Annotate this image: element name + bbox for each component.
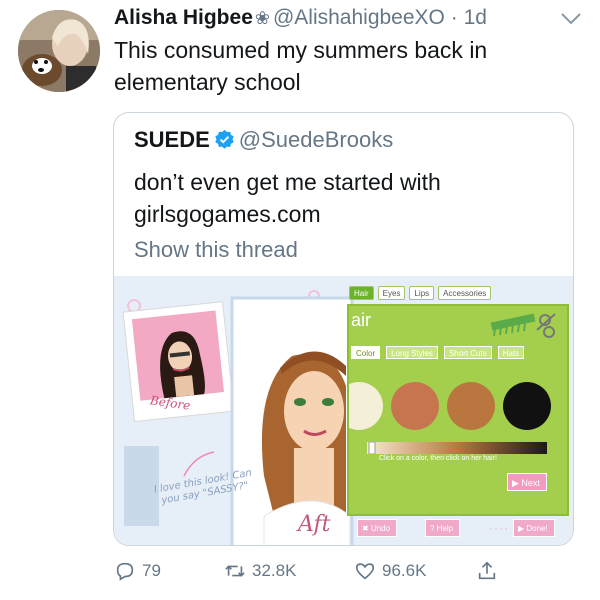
done-label: Done! bbox=[526, 524, 548, 533]
reply-icon bbox=[116, 562, 134, 581]
tab-accessories: Accessories bbox=[438, 286, 492, 300]
like-button[interactable]: 96.6K bbox=[354, 560, 426, 582]
done-button: ▶ Done! bbox=[513, 519, 555, 537]
tweet-actions: 79 32.8K 96.6K bbox=[114, 560, 514, 590]
flower-emoji-icon: ❀ bbox=[254, 8, 270, 28]
chevron-down-icon[interactable] bbox=[560, 12, 582, 26]
help-label: Help bbox=[436, 524, 454, 533]
undo-button: ✖ Undo bbox=[357, 519, 398, 537]
quoted-author-handle: @SuedeBrooks bbox=[238, 127, 394, 152]
reply-button[interactable]: 79 bbox=[114, 560, 161, 582]
help-button: ? Help bbox=[425, 519, 461, 537]
subtab-hats: Hats bbox=[497, 346, 525, 359]
shade-slider bbox=[367, 442, 547, 454]
category-tabs: Hair Eyes Lips Accessories bbox=[349, 286, 492, 304]
like-icon bbox=[355, 563, 375, 580]
hair-color-swatches bbox=[349, 382, 551, 430]
tab-hair: Hair bbox=[349, 286, 374, 300]
show-thread-link[interactable]: Show this thread bbox=[134, 237, 298, 263]
subtab-short-cuts: Short Cuts bbox=[443, 346, 492, 359]
hint-text: Click on a color, then click on her hair… bbox=[379, 455, 497, 462]
quoted-header: SUEDE @SuedeBrooks bbox=[134, 127, 393, 153]
separator-dot: · bbox=[450, 6, 458, 29]
tab-eyes: Eyes bbox=[377, 286, 406, 300]
quoted-author-name: SUEDE bbox=[134, 127, 210, 152]
comb-scissors-icon bbox=[490, 313, 556, 338]
author-handle[interactable]: @AlishahigbeeXO bbox=[273, 6, 445, 29]
retweet-icon bbox=[225, 565, 245, 577]
after-label: Aft bbox=[298, 512, 331, 537]
author-avatar[interactable] bbox=[18, 10, 100, 92]
share-icon bbox=[478, 561, 496, 580]
dots-divider: ···· bbox=[489, 521, 509, 535]
reply-count: 79 bbox=[142, 561, 161, 580]
tweet-text: This consumed my summers back in element… bbox=[114, 37, 488, 95]
retweet-count: 32.8K bbox=[252, 561, 297, 580]
hair-subtabs: Color Long Styles Short Cuts Hats bbox=[351, 346, 525, 359]
tweet-header: Alisha Higbee ❀ @AlishahigbeeXO · 1d bbox=[114, 6, 580, 36]
quoted-text: don’t even get me started with girlsgoga… bbox=[134, 169, 441, 227]
quoted-tweet[interactable]: SUEDE @SuedeBrooks don’t even get me sta… bbox=[113, 112, 574, 546]
subtab-long-styles: Long Styles bbox=[386, 346, 438, 359]
retweet-button[interactable]: 32.8K bbox=[224, 560, 296, 582]
author-name[interactable]: Alisha Higbee bbox=[114, 6, 253, 29]
hair-panel: air Color Long Styles Short Cuts Hats Cl… bbox=[347, 304, 569, 516]
panel-title: air bbox=[351, 310, 372, 330]
next-button: ▶ Next bbox=[507, 473, 547, 491]
verified-badge-icon bbox=[215, 129, 234, 149]
share-button[interactable] bbox=[476, 560, 498, 582]
undo-label: Undo bbox=[370, 524, 391, 533]
like-count: 96.6K bbox=[382, 561, 427, 580]
next-label: Next bbox=[521, 478, 540, 488]
makeover-panel: Hair Eyes Lips Accessories air Color Lon… bbox=[345, 276, 573, 545]
tweet-time[interactable]: 1d bbox=[464, 6, 487, 29]
subtab-color: Color bbox=[351, 346, 381, 359]
game-screenshot-image[interactable]: Before I love this look! Can you say "SA… bbox=[114, 276, 573, 545]
tab-lips: Lips bbox=[409, 286, 435, 300]
